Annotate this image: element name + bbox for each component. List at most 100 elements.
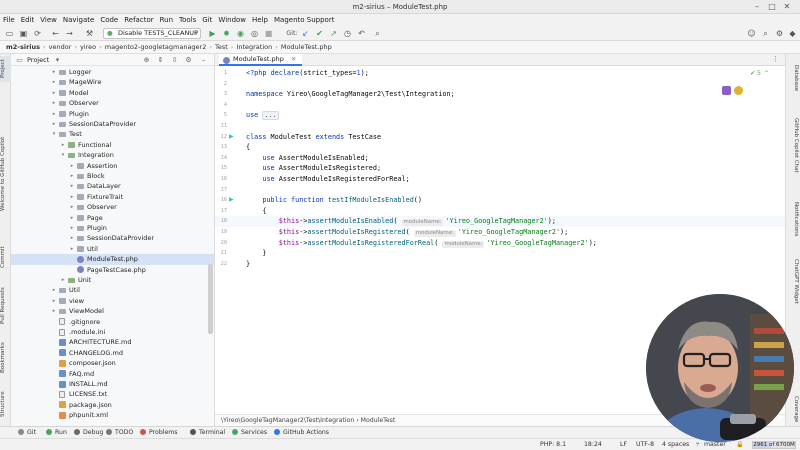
coverage-icon[interactable]: ◉ [235, 28, 246, 39]
tree-item[interactable]: ▸ FixtureTrait [11, 192, 214, 202]
tree-item[interactable]: ▸ Unit [11, 275, 214, 285]
collapsed-arrow-icon[interactable]: ▸ [69, 192, 75, 202]
code-line[interactable]: use ... [246, 110, 279, 121]
git-update-icon[interactable]: ↙ [300, 28, 311, 39]
tree-item[interactable]: ▸ Util [11, 285, 214, 295]
phpstorm-browser-icon[interactable] [722, 86, 731, 95]
build-hammer-icon[interactable]: ⚒ [84, 28, 95, 39]
indent-setting[interactable]: 4 spaces [662, 439, 689, 450]
expanded-arrow-icon[interactable]: ▾ [60, 150, 66, 160]
chrome-browser-icon[interactable] [734, 86, 743, 95]
line-separator[interactable]: LF [620, 439, 627, 450]
tree-item[interactable]: ▸ DataLayer [11, 181, 214, 191]
tree-scrollbar[interactable] [208, 264, 213, 334]
git-push-icon[interactable]: ↗ [328, 28, 339, 39]
collapsed-arrow-icon[interactable]: ▸ [69, 181, 75, 191]
project-tool-tab[interactable]: Project [0, 56, 11, 82]
file-encoding[interactable]: UTF-8 [636, 439, 654, 450]
code-line[interactable]: { [246, 206, 266, 217]
coverage-tool-tab[interactable]: Coverage [788, 394, 799, 424]
memory-indicator[interactable]: 2961 of 6700M [752, 441, 796, 449]
code-line[interactable]: { [246, 142, 250, 153]
menu-item-refactor[interactable]: Refactor [121, 14, 156, 26]
run-test-gutter-icon[interactable]: ▶ [229, 196, 234, 203]
code-line[interactable]: use AssertModuleIsEnabled; [246, 153, 368, 164]
collapsed-arrow-icon[interactable]: ▸ [69, 171, 75, 181]
tree-item[interactable]: ▸ Page [11, 213, 214, 223]
code-line[interactable]: } [246, 248, 266, 259]
breadcrumb-item[interactable]: yireo [80, 43, 96, 51]
menu-item-run[interactable]: Run [157, 14, 176, 26]
code-line[interactable]: $this->assertModuleIsRegistered( moduleN… [246, 227, 568, 238]
collapsed-arrow-icon[interactable]: ▸ [69, 223, 75, 233]
breadcrumb-item[interactable]: m2-sirius [6, 43, 40, 51]
database-tool-tab[interactable]: Database [788, 60, 799, 96]
lock-icon[interactable]: 🔒 [736, 439, 744, 450]
menu-item-edit[interactable]: Edit [18, 14, 38, 26]
code-line[interactable]: use AssertModuleIsRegistered; [246, 163, 381, 174]
jetbrains-icon[interactable]: ◆ [787, 28, 798, 39]
menu-item-navigate[interactable]: Navigate [60, 14, 97, 26]
tree-item[interactable]: LICENSE.txt [11, 389, 214, 399]
tree-item[interactable]: ▸ Observer [11, 98, 214, 108]
menu-item-magento-support[interactable]: Magento Support [271, 14, 337, 26]
debug-icon[interactable]: ✹ [221, 28, 232, 39]
run-configuration-select[interactable]: ● Disable TESTS_CLEANUP ▾ [103, 28, 201, 39]
github-copilot-tool-tab[interactable]: Welcome to GitHub Copilot [0, 114, 11, 234]
code-line[interactable]: <?php declare(strict_types=1); [246, 68, 369, 79]
collapsed-arrow-icon[interactable]: ▸ [51, 77, 57, 87]
tree-item[interactable]: .module.ini [11, 327, 214, 337]
collapsed-arrow-icon[interactable]: ▸ [51, 98, 57, 108]
breadcrumb-item[interactable]: ModuleTest.php [281, 43, 332, 51]
tree-item[interactable]: ▸ Logger [11, 67, 214, 77]
tree-item[interactable]: package.json [11, 400, 214, 410]
collapsed-arrow-icon[interactable]: ▸ [60, 275, 66, 285]
tree-item[interactable]: ▸ Plugin [11, 109, 214, 119]
locate-file-icon[interactable]: ⊕ [142, 56, 151, 65]
php-version[interactable]: PHP: 8.1 [540, 439, 566, 450]
breadcrumb-item[interactable]: Test [215, 43, 228, 51]
tree-item[interactable]: ▸ Model [11, 88, 214, 98]
tree-item[interactable]: ▸ ViewModel [11, 306, 214, 316]
code-line[interactable]: } [246, 259, 250, 270]
code-line[interactable]: class ModuleTest extends TestCase [246, 132, 381, 143]
collapsed-arrow-icon[interactable]: ▸ [69, 233, 75, 243]
close-window-icon[interactable]: ✕ [782, 2, 792, 12]
chatgpt-widget-tool-tab[interactable]: ChatGPT Widget [788, 250, 799, 312]
tree-item[interactable]: PageTestCase.php [11, 265, 214, 275]
save-all-icon[interactable]: ▣ [18, 28, 29, 39]
menu-item-help[interactable]: Help [249, 14, 271, 26]
forward-icon[interactable]: → [64, 28, 75, 39]
maximize-icon[interactable]: □ [767, 2, 777, 12]
collapsed-arrow-icon[interactable]: ▸ [60, 140, 66, 150]
tree-item[interactable]: ▸ Plugin [11, 223, 214, 233]
collapsed-arrow-icon[interactable]: ▸ [51, 119, 57, 129]
collapsed-arrow-icon[interactable]: ▸ [51, 109, 57, 119]
git-history-icon[interactable]: ◷ [342, 28, 353, 39]
collapsed-arrow-icon[interactable]: ▸ [51, 88, 57, 98]
search-icon[interactable]: ⌕ [760, 28, 771, 39]
run-test-gutter-icon[interactable]: ▶ [229, 133, 234, 140]
code-line[interactable]: $this->assertModuleIsRegisteredForReal( … [246, 238, 597, 249]
search-everywhere-icon[interactable]: ⌕ [372, 28, 383, 39]
tree-item[interactable]: ▸ Block [11, 171, 214, 181]
menu-item-tools[interactable]: Tools [176, 14, 199, 26]
profile-avatar-icon[interactable]: ☺ [746, 28, 757, 39]
sync-icon[interactable]: ⟳ [32, 28, 43, 39]
code-line[interactable]: namespace Yireo\GoogleTagManager2\Test\I… [246, 89, 455, 100]
minimize-icon[interactable]: – [752, 2, 762, 12]
structure-tool-tab[interactable]: Structure [0, 386, 11, 422]
collapsed-arrow-icon[interactable]: ▸ [51, 67, 57, 77]
inspection-warning-icon[interactable]: ✔ 5 [750, 70, 761, 77]
tree-item[interactable]: ModuleTest.php [11, 254, 214, 265]
hide-panel-icon[interactable]: – [199, 56, 208, 65]
breadcrumb-item[interactable]: vendor [49, 43, 72, 51]
project-panel-title[interactable]: Project [27, 56, 49, 64]
open-folder-icon[interactable]: ▭ [4, 28, 15, 39]
git-commit-icon[interactable]: ✔ [314, 28, 325, 39]
stop-icon[interactable]: ■ [263, 28, 274, 39]
tree-item[interactable]: ▸ SessionDataProvider [11, 233, 214, 243]
collapsed-arrow-icon[interactable]: ▸ [69, 244, 75, 254]
chevron-down-icon[interactable]: ▾ [53, 56, 62, 65]
menu-item-view[interactable]: View [37, 14, 60, 26]
